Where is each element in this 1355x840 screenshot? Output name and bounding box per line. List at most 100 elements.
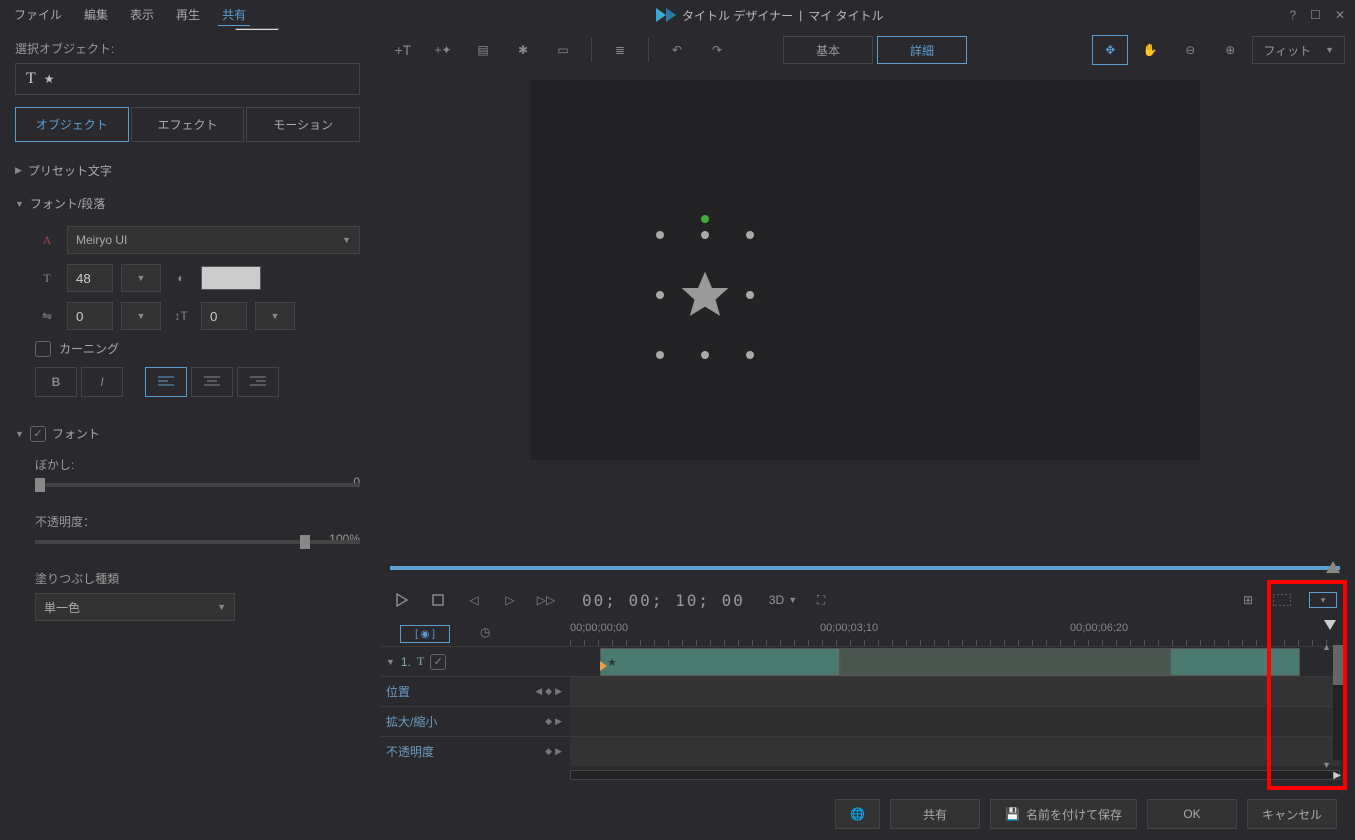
leading-input[interactable] xyxy=(201,302,247,330)
clip-main[interactable] xyxy=(840,648,1170,676)
selected-object-display[interactable]: T ★ xyxy=(15,63,360,95)
track-scale[interactable] xyxy=(570,707,1340,736)
timeline-ruler[interactable]: 00;00;00;00 00;00;03;10 00;00;06;20 xyxy=(570,622,1340,646)
prev-key-icon[interactable]: ◀ xyxy=(535,686,542,697)
zoom-in-button[interactable]: ⊕ xyxy=(1212,35,1248,65)
collapse-timeline-button[interactable]: ▾ xyxy=(1309,592,1337,608)
align-center-button[interactable] xyxy=(191,367,233,397)
close-button[interactable]: ✕ xyxy=(1335,8,1345,22)
star-shape[interactable] xyxy=(677,267,733,323)
add-particle-button[interactable]: +✦ xyxy=(425,35,461,65)
tab-motion[interactable]: モーション xyxy=(246,107,360,142)
help-button[interactable]: ? xyxy=(1289,8,1296,22)
font-color-swatch[interactable] xyxy=(201,266,261,290)
add-key-icon[interactable]: ◆ xyxy=(545,686,552,697)
3d-toggle[interactable]: 3D▼ xyxy=(769,593,797,607)
font-family-select[interactable]: Meiryo UI▼ xyxy=(67,226,360,254)
font-size-input[interactable] xyxy=(67,264,113,292)
opacity-slider[interactable] xyxy=(35,540,360,544)
track-1[interactable]: ★ xyxy=(570,647,1340,676)
safe-zone-button[interactable]: ⊞ xyxy=(1236,588,1260,612)
menu-share[interactable]: 共有 xyxy=(218,4,250,26)
menu-play[interactable]: 再生 xyxy=(172,4,204,26)
share-button[interactable]: 共有 xyxy=(890,799,980,829)
font-section-header[interactable]: ▼ フォント/段落 xyxy=(15,187,360,220)
contrast-icon[interactable]: ◐ xyxy=(169,271,193,285)
menu-file[interactable]: ファイル xyxy=(10,4,66,26)
clip-fade-out[interactable] xyxy=(1170,648,1300,676)
tab-effect[interactable]: エフェクト xyxy=(131,107,245,142)
maximize-button[interactable]: ☐ xyxy=(1310,8,1321,22)
track-position[interactable] xyxy=(570,677,1340,706)
menu-edit[interactable]: 編集 xyxy=(80,4,112,26)
prev-frame-button[interactable]: ◁ xyxy=(462,588,486,612)
move-tool[interactable]: ✥ xyxy=(1092,35,1128,65)
play-button[interactable] xyxy=(390,588,414,612)
stop-button[interactable] xyxy=(426,588,450,612)
timeline-horizontal-scrollbar[interactable] xyxy=(570,770,1340,780)
align-right-button[interactable] xyxy=(237,367,279,397)
track-position-label[interactable]: 位置 ◀◆▶ xyxy=(380,683,570,700)
add-mask-button[interactable]: ▭ xyxy=(545,35,581,65)
progress-bar[interactable] xyxy=(390,566,1340,570)
scroll-down-arrow[interactable]: ▼ xyxy=(1322,760,1331,770)
fullscreen-button[interactable]: ⛶ xyxy=(809,588,833,612)
grid-button[interactable] xyxy=(1270,588,1294,612)
timeline-vertical-scrollbar[interactable] xyxy=(1333,645,1343,760)
canvas[interactable] xyxy=(530,80,1200,460)
clip-fade-in[interactable]: ★ xyxy=(600,648,840,676)
playhead-cursor[interactable] xyxy=(600,661,607,671)
fill-type-select[interactable]: 単一色▼ xyxy=(35,593,235,621)
save-as-button[interactable]: 💾名前を付けて保存 xyxy=(990,799,1137,829)
font-size-stepper[interactable]: ▼ xyxy=(121,264,161,292)
fast-forward-button[interactable]: ▷▷ xyxy=(534,588,558,612)
playhead-marker[interactable] xyxy=(1324,620,1336,630)
track-opacity[interactable] xyxy=(570,737,1340,766)
rotation-handle[interactable] xyxy=(701,215,709,223)
italic-button[interactable]: I xyxy=(81,367,123,397)
tab-object[interactable]: オブジェクト xyxy=(15,107,129,142)
bold-button[interactable]: B xyxy=(35,367,77,397)
ok-button[interactable]: OK xyxy=(1147,799,1237,829)
clock-icon[interactable]: ◷ xyxy=(480,625,490,643)
timeline-keyframe-mode[interactable]: [ ◉ ] xyxy=(400,625,450,643)
layers-button[interactable]: ≣ xyxy=(602,35,638,65)
tracking-stepper[interactable]: ▼ xyxy=(121,302,161,330)
next-key-icon[interactable]: ▶ xyxy=(555,686,562,697)
add-image-button[interactable]: ▤ xyxy=(465,35,501,65)
menu-view[interactable]: 表示 xyxy=(126,4,158,26)
zoom-out-button[interactable]: ⊖ xyxy=(1172,35,1208,65)
next-frame-button[interactable]: ▷ xyxy=(498,588,522,612)
cancel-button[interactable]: キャンセル xyxy=(1247,799,1337,829)
add-text-button[interactable]: +T xyxy=(385,35,421,65)
scroll-right-arrow[interactable]: ▶ xyxy=(1333,770,1341,781)
font-sub-checkbox[interactable] xyxy=(30,426,46,442)
undo-button[interactable]: ↶ xyxy=(659,35,695,65)
share-cloud-button[interactable]: 🌐 xyxy=(835,799,880,829)
timecode-display: 00; 00; 10; 00 xyxy=(582,591,745,610)
track-visible-checkbox[interactable] xyxy=(430,654,446,670)
selected-object-label: 選択オブジェクト: xyxy=(15,40,360,57)
track-opacity-label[interactable]: 不透明度 ◆▶ xyxy=(380,743,570,760)
preset-section-header[interactable]: ▶ プリセット文字 xyxy=(15,154,360,187)
scroll-up-arrow[interactable]: ▲ xyxy=(1322,642,1331,652)
properties-panel: 選択オブジェクト: T ★ オブジェクト エフェクト モーション ▶ プリセット… xyxy=(0,30,375,790)
leading-stepper[interactable]: ▼ xyxy=(255,302,295,330)
align-left-button[interactable] xyxy=(145,367,187,397)
progress-marker[interactable] xyxy=(1326,561,1340,573)
preview-area[interactable] xyxy=(375,70,1355,554)
add-shape-button[interactable]: ✱ xyxy=(505,35,541,65)
track-scale-label[interactable]: 拡大/縮小 ◆▶ xyxy=(380,713,570,730)
zoom-fit-select[interactable]: フィット▼ xyxy=(1252,36,1345,64)
hand-tool[interactable]: ✋ xyxy=(1132,35,1168,65)
font-sub-header[interactable]: ▼ フォント xyxy=(15,417,360,450)
kerning-checkbox[interactable] xyxy=(35,341,51,357)
chevron-right-icon: ▶ xyxy=(15,165,22,176)
blur-slider[interactable] xyxy=(35,483,360,487)
tracking-input[interactable] xyxy=(67,302,113,330)
basic-mode-button[interactable]: 基本 xyxy=(783,36,873,64)
track-1-header[interactable]: ▼ 1. T xyxy=(380,654,570,670)
selection-box[interactable] xyxy=(660,235,750,355)
redo-button[interactable]: ↷ xyxy=(699,35,735,65)
advanced-mode-button[interactable]: 詳細 xyxy=(877,36,967,64)
